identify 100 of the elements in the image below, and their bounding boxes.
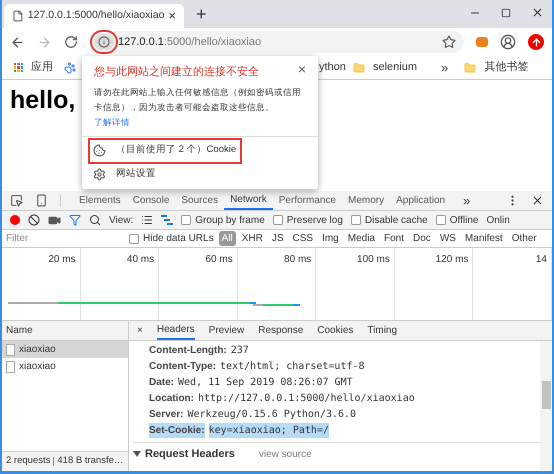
warning-message: 请勿在此网站上输入任何敏感信息（例如密码或信用卡信息），因为攻击者可能会盗取这些信息。 了解详情 bbox=[93, 86, 302, 128]
tick-label: 80 ms bbox=[284, 253, 312, 265]
throttling-select[interactable]: Onlin bbox=[486, 212, 510, 228]
page-icon bbox=[12, 10, 24, 22]
waterfall-view-icon[interactable] bbox=[161, 215, 174, 225]
gear-icon bbox=[93, 168, 106, 181]
tab-title: 127.0.0.1:5000/hello/xiaoxiao bbox=[28, 8, 164, 24]
detail-tab[interactable]: Response bbox=[258, 321, 304, 340]
cookie-icon bbox=[93, 144, 106, 157]
more-bookmarks-button[interactable]: » bbox=[441, 58, 448, 78]
devtools-tab[interactable]: Memory bbox=[342, 191, 390, 210]
option-label: Disable cache bbox=[364, 214, 428, 228]
camera-icon[interactable] bbox=[48, 214, 61, 226]
checkbox[interactable] bbox=[436, 215, 446, 225]
bookmark-label[interactable]: 应用 bbox=[31, 59, 53, 76]
request-row[interactable]: xiaoxiao bbox=[2, 341, 128, 358]
popup-menu-item[interactable]: （目前使用了 2 个）Cookie bbox=[90, 140, 240, 162]
filter-icon[interactable] bbox=[69, 214, 81, 226]
paw-icon[interactable] bbox=[64, 62, 76, 74]
tick-label: 100 ms bbox=[357, 253, 390, 265]
new-tab-button[interactable]: + bbox=[196, 0, 207, 28]
tick-label: 120 ms bbox=[436, 253, 468, 265]
info-icon bbox=[98, 36, 110, 48]
type-filter[interactable]: Doc bbox=[410, 231, 434, 246]
checkbox[interactable] bbox=[181, 215, 192, 225]
learn-more-link[interactable]: 了解详情 bbox=[94, 116, 130, 126]
header-name: Content-Length: bbox=[149, 344, 227, 358]
section-title: Request Headers bbox=[145, 446, 235, 462]
option-label: Preserve log bbox=[286, 214, 343, 228]
header-value: Werkzeug/0.15.6 Python/3.6.0 bbox=[187, 408, 356, 422]
header-name: Content-Type: bbox=[149, 360, 216, 374]
close-detail-button[interactable]: × bbox=[137, 323, 143, 338]
type-filter[interactable]: XHR bbox=[238, 231, 266, 246]
expand-triangle-icon[interactable] bbox=[133, 450, 141, 458]
checkbox[interactable] bbox=[272, 215, 283, 225]
type-filter[interactable]: Media bbox=[344, 231, 378, 246]
clear-icon[interactable] bbox=[28, 214, 40, 226]
checkbox[interactable] bbox=[350, 215, 361, 225]
star-icon[interactable] bbox=[442, 35, 456, 49]
devtools-tab[interactable]: Elements bbox=[73, 191, 127, 210]
bookmark-label[interactable]: 其他书签 bbox=[484, 59, 528, 76]
header-name: Date: bbox=[149, 376, 174, 390]
devtools-tab[interactable]: Sources bbox=[175, 191, 224, 210]
devtools-tab[interactable]: Application bbox=[390, 191, 452, 210]
close-icon[interactable] bbox=[531, 6, 544, 19]
tick-label: 40 ms bbox=[126, 253, 154, 265]
reload-icon[interactable] bbox=[64, 35, 78, 49]
type-filter[interactable]: Img bbox=[319, 231, 342, 246]
bookmark-label[interactable]: ython bbox=[319, 59, 353, 76]
view-source-link[interactable]: view source bbox=[258, 446, 312, 462]
option-label: Hide data URLs bbox=[143, 232, 214, 246]
document-icon bbox=[6, 344, 15, 356]
type-filter[interactable]: WS bbox=[436, 231, 459, 246]
device-icon[interactable] bbox=[35, 194, 48, 207]
back-icon[interactable] bbox=[10, 34, 25, 50]
tick-label: 14 bbox=[536, 253, 547, 265]
tick-label: 60 ms bbox=[205, 253, 233, 265]
status-text: 2 requests bbox=[6, 454, 50, 468]
detail-tab[interactable]: Preview bbox=[208, 321, 244, 340]
devtools-tab[interactable]: Console bbox=[126, 191, 176, 210]
close-tab-button[interactable]: × bbox=[168, 6, 176, 26]
option-label: Offline bbox=[450, 214, 478, 228]
profile-icon[interactable] bbox=[500, 34, 516, 50]
popup-menu-item[interactable]: 网站设置 bbox=[90, 164, 310, 186]
popup-title: 您与此网站之间建立的连接不安全 bbox=[94, 64, 260, 80]
option-label: Group by frame bbox=[195, 214, 265, 228]
type-filter[interactable]: Other bbox=[508, 231, 540, 246]
header-value: 237 bbox=[230, 344, 249, 358]
bookmark-label[interactable]: selenium bbox=[373, 59, 418, 76]
document-icon bbox=[6, 360, 15, 372]
record-icon[interactable] bbox=[10, 215, 20, 225]
header-name: Server: bbox=[149, 408, 184, 422]
close-icon[interactable] bbox=[531, 194, 544, 207]
type-filter[interactable]: Font bbox=[381, 231, 408, 246]
scrollbar[interactable] bbox=[540, 341, 552, 471]
header-name: Location: bbox=[149, 392, 194, 406]
inspect-icon[interactable] bbox=[10, 194, 23, 207]
close-button[interactable]: × bbox=[298, 62, 306, 76]
header-value: Wed, 11 Sep 2019 08:26:07 GMT bbox=[178, 376, 353, 390]
detail-tab[interactable]: Timing bbox=[367, 321, 398, 340]
site-info-button[interactable] bbox=[94, 34, 114, 50]
tick-label: 20 ms bbox=[48, 253, 76, 265]
apps-icon[interactable] bbox=[14, 63, 23, 72]
detail-tab[interactable]: Headers bbox=[156, 321, 195, 340]
view-label: View: bbox=[109, 214, 134, 228]
type-filter[interactable]: JS bbox=[268, 231, 287, 246]
header-value: text/html; charset=utf-8 bbox=[220, 360, 365, 374]
browser-tab[interactable]: 127.0.0.1:5000/hello/xiaoxiao × bbox=[4, 4, 184, 28]
url-text: 127.0.0.1:5000/hello/xiaoxiao bbox=[118, 34, 262, 50]
column-header: Name bbox=[6, 324, 33, 338]
more-tabs-button[interactable]: » bbox=[463, 190, 470, 210]
type-filter[interactable]: Manifest bbox=[462, 231, 506, 246]
checkbox[interactable] bbox=[129, 234, 139, 244]
maximize-icon[interactable] bbox=[501, 8, 511, 18]
search-icon[interactable] bbox=[89, 214, 101, 226]
update-icon[interactable] bbox=[528, 34, 544, 50]
type-filter[interactable]: CSS bbox=[290, 231, 316, 246]
detail-tab[interactable]: Cookies bbox=[317, 321, 354, 340]
address-bar[interactable]: 127.0.0.1:5000/hello/xiaoxiao bbox=[90, 31, 464, 53]
devtools-tab[interactable]: Performance bbox=[272, 191, 342, 210]
